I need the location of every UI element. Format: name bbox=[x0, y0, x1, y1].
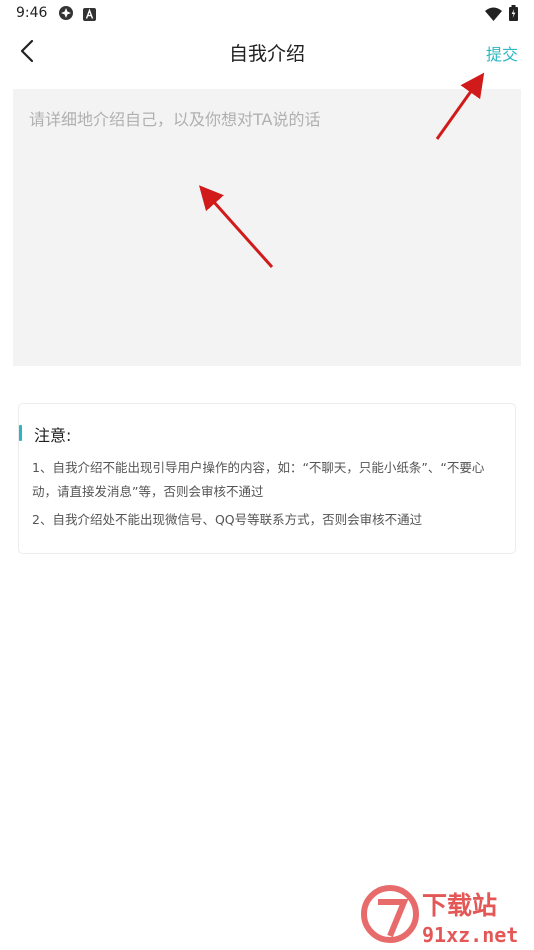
status-time: 9:46 bbox=[16, 5, 48, 21]
notice-item-2: 2、自我介绍处不能出现微信号、QQ号等联系方式，否则会审核不通过 bbox=[32, 512, 423, 527]
svg-text:下载站: 下载站 bbox=[422, 891, 497, 920]
submit-button[interactable]: 提交 bbox=[486, 41, 518, 65]
watermark-logo: 下载站 91xz.net bbox=[361, 885, 518, 947]
intro-textarea[interactable] bbox=[13, 89, 521, 366]
a-notification-icon bbox=[83, 6, 96, 25]
wifi-icon bbox=[485, 6, 502, 25]
notice-item-1: 1、自我介绍不能出现引导用户操作的内容，如：“不聊天，只能小纸条”、“不要心动，… bbox=[32, 460, 485, 499]
svg-text:91xz.net: 91xz.net bbox=[422, 923, 518, 947]
page-title: 自我介绍 bbox=[228, 43, 305, 65]
top-bar: 自我介绍 提交 bbox=[0, 28, 534, 74]
notice-accent-bar bbox=[19, 425, 22, 441]
notice-title: 注意: bbox=[34, 426, 72, 445]
notice-card: 注意: 1、自我介绍不能出现引导用户操作的内容，如：“不聊天，只能小纸条”、“不… bbox=[18, 403, 516, 554]
battery-icon bbox=[509, 5, 518, 25]
app-notification-icon bbox=[58, 5, 74, 25]
status-bar: 9:46 bbox=[0, 0, 534, 28]
